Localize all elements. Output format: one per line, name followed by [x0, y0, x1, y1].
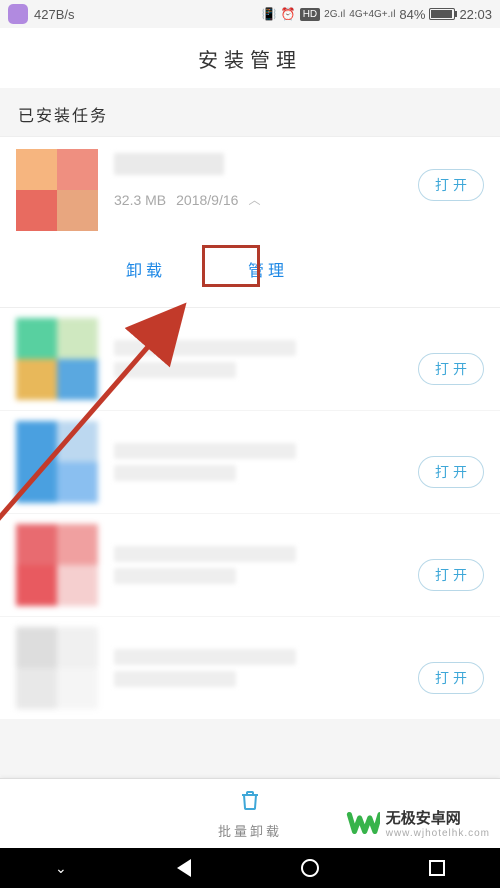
open-button[interactable]: 打开	[418, 353, 484, 385]
app-info-blurred	[114, 437, 418, 487]
app-icon	[16, 318, 98, 400]
page-header: 安装管理	[0, 28, 500, 88]
app-info-blurred	[114, 643, 418, 693]
row-actions: 卸载 管理	[0, 231, 500, 308]
nav-back-icon[interactable]	[177, 859, 191, 877]
app-row[interactable]: 打开	[0, 411, 500, 514]
signal-4g-icon: 4G+4G+.ıl	[349, 9, 395, 20]
page-title: 安装管理	[198, 44, 302, 73]
watermark-name: 无极安卓网	[386, 810, 461, 827]
signal-2g-icon: 2G.ıl	[324, 9, 345, 20]
nav-home-icon[interactable]	[301, 859, 319, 877]
watermark: 无极安卓网 www.wjhotelhk.com	[346, 806, 490, 840]
app-name	[114, 153, 224, 175]
app-icon	[16, 524, 98, 606]
app-size: 32.3 MB	[114, 192, 166, 208]
alarm-icon	[281, 7, 296, 21]
app-icon	[16, 149, 98, 231]
battery-percent: 84%	[399, 7, 425, 22]
trash-icon[interactable]	[238, 788, 262, 817]
app-info-blurred	[114, 334, 418, 384]
open-button[interactable]: 打开	[418, 169, 484, 201]
android-navbar: ⌄	[0, 848, 500, 888]
app-info-blurred	[114, 540, 418, 590]
statusbar: 427B/s HD 2G.ıl 4G+4G+.ıl 84% 22:03	[0, 0, 500, 28]
app-meta: 32.3 MB 2018/9/16 ︿	[114, 191, 418, 208]
open-button[interactable]: 打开	[418, 662, 484, 694]
app-date: 2018/9/16	[176, 192, 238, 208]
batch-uninstall-button[interactable]: 批量卸载	[218, 821, 282, 840]
watermark-logo-icon	[346, 806, 380, 840]
battery-icon	[429, 8, 455, 20]
vibrate-icon	[262, 7, 277, 21]
app-row[interactable]: 32.3 MB 2018/9/16 ︿ 打开	[0, 136, 500, 231]
section-installed-tasks: 已安装任务	[0, 88, 500, 136]
uninstall-button[interactable]: 卸载	[120, 255, 172, 283]
app-icon	[16, 421, 98, 503]
manage-button[interactable]: 管理	[242, 255, 294, 283]
hd-icon: HD	[300, 8, 320, 21]
app-icon	[16, 627, 98, 709]
watermark-url: www.wjhotelhk.com	[386, 828, 490, 839]
app-row[interactable]: 打开	[0, 308, 500, 411]
chevron-up-icon[interactable]: ︿	[248, 191, 260, 208]
clock: 22:03	[459, 7, 492, 22]
nav-caret-icon[interactable]: ⌄	[55, 860, 67, 877]
statusbar-app-icon	[8, 4, 28, 24]
app-list: 32.3 MB 2018/9/16 ︿ 打开 卸载 管理 打开	[0, 136, 500, 719]
open-button[interactable]: 打开	[418, 456, 484, 488]
open-button[interactable]: 打开	[418, 559, 484, 591]
app-row[interactable]: 打开	[0, 617, 500, 719]
app-row[interactable]: 打开	[0, 514, 500, 617]
nav-recent-icon[interactable]	[429, 860, 445, 876]
net-speed: 427B/s	[34, 7, 74, 22]
